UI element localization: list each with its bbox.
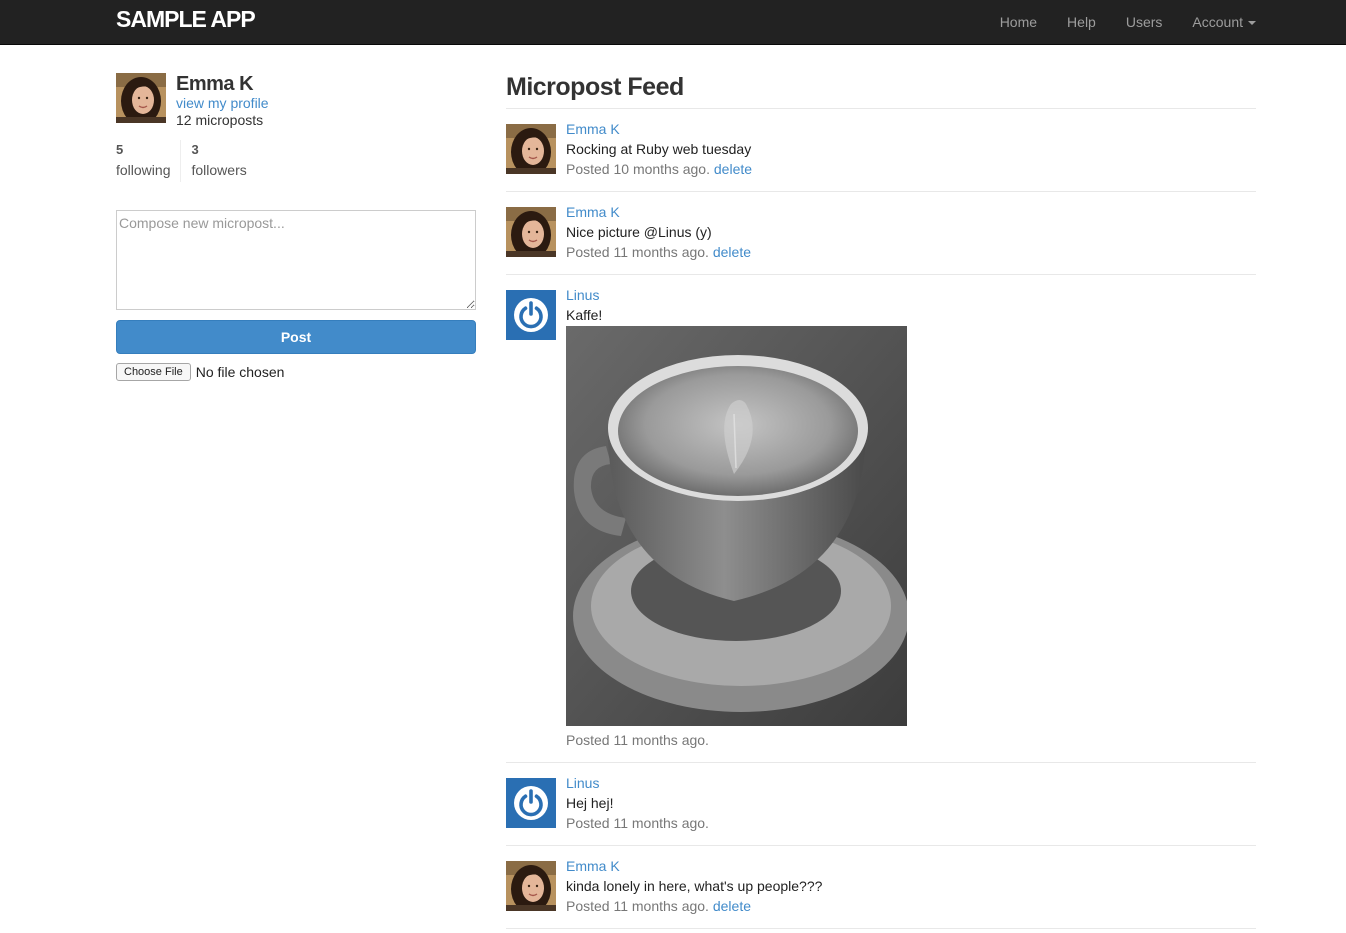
post-author-link[interactable]: Linus [566, 285, 1256, 305]
post-timestamp: Posted 11 months ago. delete [566, 242, 1256, 262]
post-content: Kaffe! [566, 307, 603, 323]
app-logo[interactable]: SAMPLE APP [116, 6, 256, 32]
nav-link-help[interactable]: Help [1067, 14, 1096, 30]
micropost-count: 12 microposts [176, 112, 264, 128]
post-time-text: Posted 10 months ago. [566, 161, 710, 177]
micropost-item: Linus Hej hej! Posted 11 months ago. [506, 763, 1256, 846]
post-timestamp: Posted 11 months ago. delete [566, 896, 1256, 916]
post-time-text: Posted 11 months ago. [566, 898, 709, 914]
emma-avatar[interactable] [506, 124, 556, 174]
following-label: following [116, 162, 171, 178]
nav-link-home[interactable]: Home [1000, 14, 1037, 30]
caret-down-icon [1248, 21, 1256, 26]
feed-title: Micropost Feed [506, 73, 684, 101]
post-timestamp: Posted 11 months ago. [566, 813, 1256, 833]
post-timestamp: Posted 11 months ago. [566, 730, 1256, 750]
micropost-item: Emma K Nice picture @Linus (y) Posted 11… [506, 192, 1256, 275]
micropost-item: Emma K kinda lonely in here, what's up p… [506, 846, 1256, 929]
nav-link-users[interactable]: Users [1126, 14, 1163, 30]
followers-label: followers [191, 162, 247, 178]
post-timestamp: Posted 10 months ago. delete [566, 159, 1256, 179]
micropost-item: Linus Kaffe! Posted 11 months ago. [506, 275, 1256, 763]
user-avatar[interactable] [116, 73, 166, 123]
file-upload-row: Choose File No file chosen [116, 363, 284, 381]
post-author-link[interactable]: Emma K [566, 856, 1256, 876]
post-content: Hej hej! [566, 795, 614, 811]
following-stat[interactable]: 5 following [116, 140, 182, 182]
post-content: kinda lonely in here, what's up people??… [566, 878, 823, 894]
user-name: Emma K [176, 73, 254, 95]
power-icon[interactable] [506, 778, 556, 828]
top-navbar: SAMPLE APP Home Help Users Account [0, 0, 1346, 45]
delete-post-link[interactable]: delete [713, 898, 751, 914]
choose-file-button[interactable]: Choose File [116, 363, 191, 381]
user-info: Emma K view my profile 12 microposts [116, 73, 476, 129]
post-time-text: Posted 11 months ago. [566, 244, 709, 260]
post-author-link[interactable]: Emma K [566, 119, 1256, 139]
micropost-list: Emma K Rocking at Ruby web tuesday Poste… [506, 109, 1256, 929]
post-time-text: Posted 11 months ago. [566, 732, 709, 748]
following-count: 5 [116, 142, 124, 157]
post-time-text: Posted 11 months ago. [566, 815, 709, 831]
follow-stats: 5 following 3 followers [116, 140, 247, 182]
user-sidebar: Emma K view my profile 12 microposts 5 f… [116, 73, 476, 381]
main-nav: Home Help Users Account [970, 0, 1256, 44]
post-author-link[interactable]: Linus [566, 773, 1256, 793]
delete-post-link[interactable]: delete [713, 244, 751, 260]
power-icon[interactable] [506, 290, 556, 340]
delete-post-link[interactable]: delete [714, 161, 752, 177]
compose-micropost-input[interactable] [116, 210, 476, 310]
emma-avatar[interactable] [506, 207, 556, 257]
post-content: Rocking at Ruby web tuesday [566, 141, 752, 157]
account-dropdown[interactable]: Account [1192, 14, 1256, 30]
post-author-link[interactable]: Emma K [566, 202, 1256, 222]
view-profile-link[interactable]: view my profile [176, 95, 269, 111]
post-content: Nice picture @Linus (y) [566, 224, 712, 240]
followers-count: 3 [191, 142, 199, 157]
file-status-text: No file chosen [195, 364, 285, 380]
post-button[interactable]: Post [116, 320, 476, 354]
coffee-cup-photo [566, 326, 907, 726]
emma-avatar[interactable] [506, 861, 556, 911]
account-label: Account [1192, 14, 1243, 30]
micropost-item: Emma K Rocking at Ruby web tuesday Poste… [506, 109, 1256, 192]
followers-stat[interactable]: 3 followers [181, 140, 246, 182]
